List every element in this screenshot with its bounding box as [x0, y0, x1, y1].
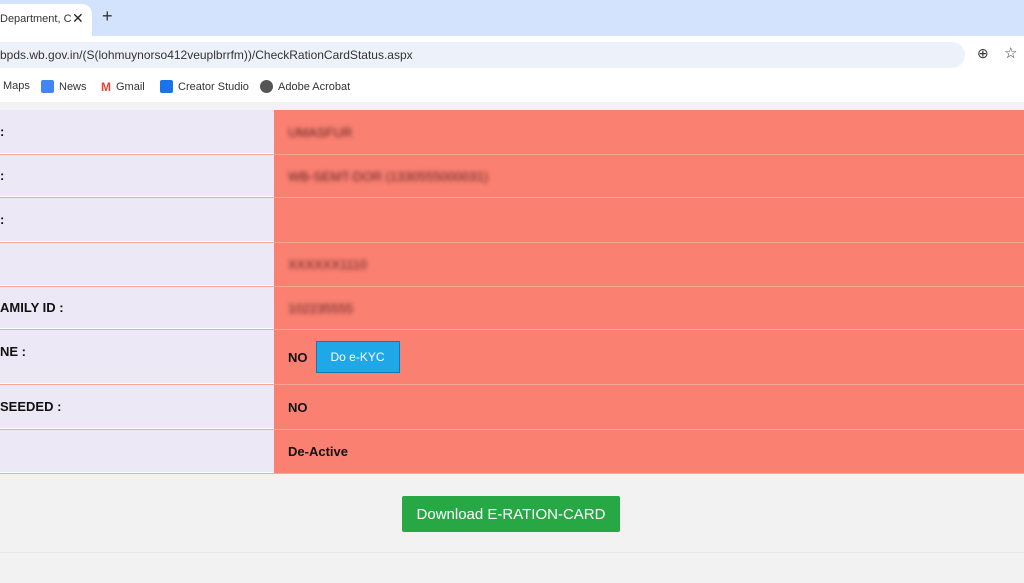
do-ekyc-button[interactable]: Do e-KYC	[315, 341, 400, 373]
zoom-icon[interactable]: ⊕	[977, 45, 989, 62]
gmail-icon: M	[101, 80, 111, 94]
bookmarks-bar: Maps News M Gmail Creator Studio Adobe Ac…	[0, 72, 1024, 102]
address-bar-area: bpds.wb.gov.in/(S(lohmuynorso412veuplbrr…	[0, 36, 1024, 72]
row-value: XXXXXX1110	[288, 257, 368, 272]
row-label: :	[0, 198, 274, 242]
bookmark-star-icon[interactable]: ☆	[1004, 44, 1017, 62]
row-label: NE :	[0, 330, 274, 384]
new-tab-icon[interactable]: +	[102, 6, 113, 27]
row-value: 102235555	[288, 300, 354, 316]
row-value: WB-SEMT-DOR (1330555000031)	[288, 168, 489, 184]
table-row: NE : NO Do e-KYC	[0, 330, 1024, 385]
bookmark-label: Maps	[3, 80, 30, 92]
card-status-value: De-Active	[288, 444, 348, 459]
tab-title: Department, C	[0, 13, 72, 25]
row-value: UMASFUR	[288, 124, 353, 140]
browser-tab[interactable]: Department, C ✕	[0, 4, 92, 36]
table-row: :	[0, 198, 1024, 243]
status-table: : UMASFUR : WB-SEMT-DOR (1330555000031) : …	[0, 102, 1024, 474]
table-row: SEEDED : NO	[0, 385, 1024, 430]
bookmark-label: Creator Studio	[178, 80, 249, 93]
bookmark-gmail[interactable]: M Gmail	[101, 80, 145, 94]
row-label: SEEDED :	[0, 385, 274, 429]
close-icon[interactable]: ✕	[72, 10, 84, 27]
tab-bar: Department, C ✕ +	[0, 0, 1024, 36]
bookmark-news[interactable]: News	[41, 80, 87, 93]
creator-studio-icon	[160, 80, 173, 93]
table-row: XXXXXX1110	[0, 243, 1024, 287]
row-value: NO	[288, 349, 308, 365]
table-row: De-Active	[0, 430, 1024, 474]
table-row: AMILY ID : 102235555	[0, 287, 1024, 330]
bookmark-creator-studio[interactable]: Creator Studio	[160, 80, 249, 93]
row-label: :	[0, 155, 274, 197]
row-label	[0, 243, 274, 286]
globe-icon	[260, 80, 273, 93]
table-row: : UMASFUR	[0, 110, 1024, 155]
row-label: AMILY ID :	[0, 287, 274, 329]
divider	[0, 552, 1024, 553]
download-eration-card-button[interactable]: Download E-RATION-CARD	[402, 496, 620, 532]
bookmark-label: Adobe Acrobat	[278, 80, 351, 93]
bookmark-label: News	[59, 80, 87, 93]
bookmark-adobe-acrobat[interactable]: Adobe Acrobat	[260, 80, 350, 93]
news-icon	[41, 80, 54, 93]
bookmark-label: Gmail	[116, 80, 145, 93]
table-row: : WB-SEMT-DOR (1330555000031)	[0, 155, 1024, 198]
bookmark-maps[interactable]: Maps	[3, 80, 30, 92]
url-input[interactable]: bpds.wb.gov.in/(S(lohmuynorso412veuplbrr…	[0, 42, 965, 68]
row-label	[0, 430, 274, 473]
row-label: :	[0, 110, 274, 154]
row-value: NO	[288, 399, 308, 415]
